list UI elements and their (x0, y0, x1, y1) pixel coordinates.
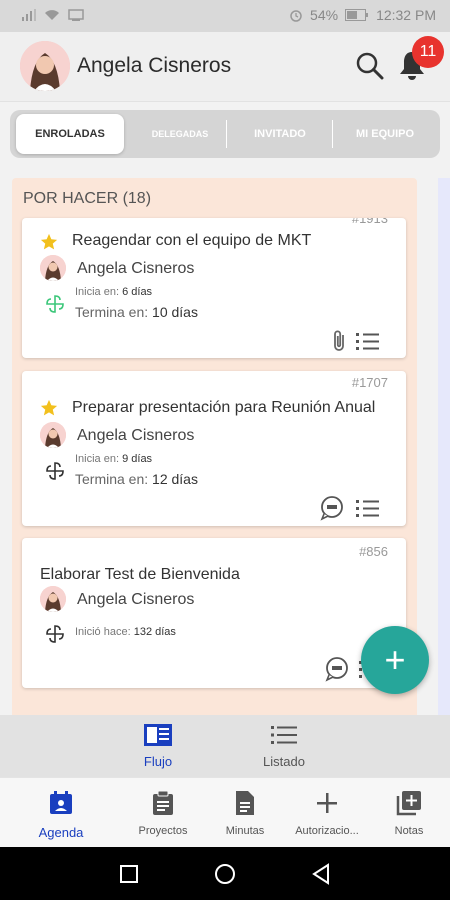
board-view-icon (144, 724, 172, 746)
user-avatar[interactable] (20, 41, 70, 91)
nav-notas[interactable]: Notas (369, 790, 449, 837)
back-icon[interactable] (310, 863, 332, 885)
nav-autorizaciones-label: Autorizacio... (295, 825, 359, 837)
end-info: Termina en: 10 días (75, 304, 198, 320)
task-id: #1707 (351, 375, 388, 390)
column-title: POR HACER (18) (23, 190, 152, 207)
add-task-button[interactable]: + (361, 626, 429, 694)
checklist-icon[interactable] (355, 328, 381, 354)
document-icon (236, 791, 254, 815)
clock: 12:32 PM (376, 7, 436, 23)
search-button[interactable] (355, 51, 385, 81)
nav-minutas-label: Minutas (225, 825, 265, 837)
plus-icon (317, 793, 337, 813)
assignee-name: Angela Cisneros (77, 427, 195, 444)
chat-icon[interactable] (319, 495, 345, 521)
nav-agenda-label: Agenda (38, 825, 84, 840)
pinwheel-green-icon (46, 295, 64, 313)
search-icon (356, 52, 384, 80)
chat-icon[interactable] (324, 656, 350, 682)
task-id: #1913 (351, 218, 388, 226)
bottom-navigation: Agenda Proyectos Minutas Autorizacio... … (0, 777, 450, 847)
start-info: Inicia en: 9 días (75, 453, 153, 465)
clipboard-icon (153, 790, 173, 815)
signal-icon (22, 9, 36, 21)
star-icon[interactable] (40, 399, 58, 417)
cast-icon (68, 9, 84, 21)
view-switcher: Flujo Listado (0, 715, 450, 777)
nav-autorizaciones[interactable]: Autorizacio... (287, 790, 367, 837)
pinwheel-icon (46, 625, 64, 643)
end-info: Termina en: 12 días (75, 471, 198, 487)
status-bar: 54% 12:32 PM (0, 0, 450, 32)
task-card[interactable]: #856 Elaborar Test de Bienvenida Angela … (22, 538, 406, 688)
task-title: Reagendar con el equipo de MKT (72, 232, 312, 249)
assignee-avatar (40, 586, 66, 612)
battery-percent: 54% (310, 7, 339, 23)
user-name: Angela Cisneros (77, 54, 232, 77)
alarm-icon (290, 10, 302, 22)
task-id: #856 (359, 544, 388, 559)
task-filter-tabs: ENROLADAS DELEGADAS INVITADO MI EQUIPO (10, 110, 440, 158)
battery-icon (345, 9, 369, 21)
next-column-edge (438, 178, 450, 715)
view-flujo[interactable]: Flujo (118, 723, 198, 769)
nav-proyectos[interactable]: Proyectos (123, 790, 203, 837)
assignee-name: Angela Cisneros (77, 260, 195, 277)
add-note-icon (396, 791, 421, 816)
view-flujo-label: Flujo (143, 754, 173, 769)
system-navigation-bar (0, 847, 450, 900)
start-info: Inició hace: 132 días (75, 626, 176, 638)
pinwheel-icon (46, 462, 64, 480)
agenda-icon (50, 791, 72, 814)
assignee-avatar (40, 255, 66, 281)
assignee-avatar (40, 422, 66, 448)
tab-mi-equipo[interactable]: MI EQUIPO (334, 114, 436, 154)
tab-enroladas[interactable]: ENROLADAS (16, 114, 124, 154)
checklist-icon[interactable] (355, 495, 381, 521)
tab-invitado[interactable]: INVITADO (230, 114, 330, 154)
nav-agenda[interactable]: Agenda (21, 790, 101, 840)
nav-minutas[interactable]: Minutas (205, 790, 285, 837)
view-listado[interactable]: Listado (244, 723, 324, 769)
tab-divider (332, 120, 333, 148)
assignee-name: Angela Cisneros (77, 591, 195, 608)
nav-notas-label: Notas (394, 825, 424, 837)
wifi-icon (45, 10, 59, 20)
task-title: Preparar presentación para Reunión Anual (72, 399, 376, 416)
notification-badge: 11 (412, 36, 444, 68)
star-icon[interactable] (40, 233, 58, 251)
tab-delegadas[interactable]: DELEGADAS (130, 114, 230, 154)
task-card[interactable]: #1707 Preparar presentación para Reunión… (22, 371, 406, 526)
nav-proyectos-label: Proyectos (138, 825, 188, 837)
task-card[interactable]: #1913 Reagendar con el equipo de MKT Ang… (22, 218, 406, 358)
column-por-hacer: POR HACER (18) #1913 Reagendar con el eq… (12, 178, 417, 715)
task-title: Elaborar Test de Bienvenida (40, 566, 240, 583)
list-view-icon (271, 726, 297, 744)
app-header: Angela Cisneros 11 (0, 32, 450, 102)
home-icon[interactable] (214, 863, 236, 885)
attachment-icon[interactable] (327, 328, 353, 354)
start-info: Inicia en: 6 días (75, 286, 153, 298)
tab-divider (226, 120, 227, 148)
recents-icon[interactable] (119, 864, 139, 884)
view-listado-label: Listado (263, 754, 305, 769)
